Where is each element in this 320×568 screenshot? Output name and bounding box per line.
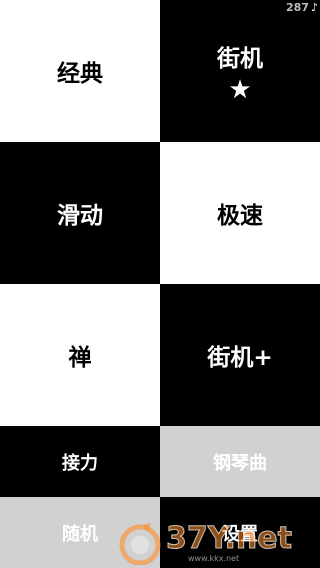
mode-arcade-label: 街机 bbox=[217, 46, 263, 72]
settings-tile[interactable]: 设置 bbox=[160, 497, 320, 568]
music-note-icon: ♪ bbox=[310, 0, 318, 14]
score-value: 287 bbox=[286, 0, 309, 14]
mode-classic-tile[interactable]: 经典 bbox=[0, 0, 160, 142]
piano-songs-label: 钢琴曲 bbox=[213, 452, 267, 474]
mode-slide-label: 滑动 bbox=[57, 203, 103, 229]
mode-random-label: 随机 bbox=[62, 523, 98, 545]
mode-classic-label: 经典 bbox=[57, 61, 103, 87]
mode-zen-label: 禅 bbox=[68, 345, 92, 371]
mode-relay-tile[interactable]: 接力 bbox=[0, 426, 160, 497]
mode-arcade-tile[interactable]: 街机 ★ bbox=[160, 0, 320, 142]
mode-speed-tile[interactable]: 极速 bbox=[160, 142, 320, 284]
mode-random-tile[interactable]: 随机 bbox=[0, 497, 160, 568]
mode-arcade-plus-label: 街机+ bbox=[207, 345, 273, 371]
mode-zen-tile[interactable]: 禅 bbox=[0, 284, 160, 426]
piano-songs-tile[interactable]: 钢琴曲 bbox=[160, 426, 320, 497]
game-menu-screen: 经典 街机 ★ 滑动 极速 禅 街机+ 接力 钢琴曲 随机 设置 287 ♪ 3… bbox=[0, 0, 320, 568]
mode-speed-label: 极速 bbox=[217, 203, 263, 229]
score-display: 287 ♪ bbox=[286, 0, 318, 14]
settings-label: 设置 bbox=[222, 523, 258, 545]
star-icon: ★ bbox=[228, 75, 252, 105]
mode-arcade-plus-tile[interactable]: 街机+ bbox=[160, 284, 320, 426]
mode-relay-label: 接力 bbox=[62, 452, 98, 474]
mode-slide-tile[interactable]: 滑动 bbox=[0, 142, 160, 284]
